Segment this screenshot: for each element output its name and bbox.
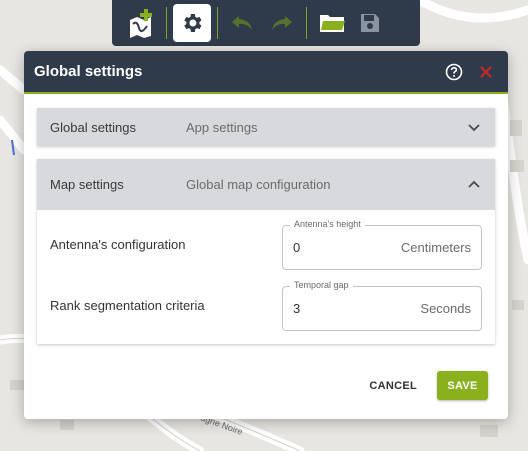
toolbar-divider — [166, 7, 167, 39]
section-title: Map settings — [50, 177, 124, 192]
antenna-height-field[interactable]: Antenna's height 0 Centimeters — [282, 219, 482, 270]
redo-icon — [272, 16, 292, 30]
help-icon — [445, 63, 463, 80]
field-unit: Centimeters — [400, 240, 471, 255]
dialog-header: Global settings — [24, 51, 508, 94]
cancel-button[interactable]: CANCEL — [365, 372, 421, 400]
toolbar-divider — [217, 7, 218, 39]
map-settings-panel-header[interactable]: Map settings Global map configuration — [37, 159, 495, 210]
add-map-icon — [130, 9, 152, 38]
undo-button[interactable] — [224, 4, 262, 42]
close-button[interactable] — [474, 60, 498, 84]
field-unit: Seconds — [420, 301, 471, 316]
main-toolbar — [112, 0, 420, 46]
temporal-gap-field[interactable]: Temporal gap 3 Seconds — [282, 280, 482, 331]
field-label: Antenna's configuration — [50, 237, 186, 252]
section-subtitle: Global map configuration — [186, 177, 331, 192]
undo-icon — [232, 16, 252, 30]
section-title: Global settings — [50, 119, 136, 135]
redo-button[interactable] — [262, 4, 300, 42]
gear-icon — [184, 14, 202, 32]
global-settings-panel: Global settings App settings — [37, 108, 495, 146]
toolbar-divider — [306, 7, 307, 39]
save-disk-icon — [361, 14, 379, 32]
field-legend: Temporal gap — [290, 280, 353, 290]
section-subtitle: App settings — [186, 119, 258, 135]
close-icon — [480, 65, 492, 78]
field-legend: Antenna's height — [290, 219, 365, 229]
save-button[interactable]: SAVE — [437, 371, 488, 400]
save-project-button[interactable] — [351, 4, 389, 42]
field-value[interactable]: 3 — [293, 301, 420, 316]
rank-segmentation-row: Rank segmentation criteria Temporal gap … — [37, 275, 495, 336]
chevron-down-icon — [468, 124, 480, 132]
dialog-actions: CANCEL SAVE — [365, 371, 488, 400]
add-map-button[interactable] — [122, 4, 160, 42]
settings-button[interactable] — [173, 4, 211, 42]
dialog-title: Global settings — [34, 63, 143, 80]
map-settings-panel: Map settings Global map configuration An… — [37, 159, 495, 344]
field-value[interactable]: 0 — [293, 240, 401, 255]
open-project-button[interactable] — [313, 4, 351, 42]
chevron-up-icon — [468, 180, 480, 188]
open-folder-icon — [320, 15, 345, 32]
help-button[interactable] — [442, 60, 466, 84]
global-settings-dialog: Global settings Global settings App sett… — [24, 51, 508, 419]
antenna-config-row: Antenna's configuration Antenna's height… — [37, 214, 495, 275]
field-label: Rank segmentation criteria — [50, 298, 205, 313]
global-settings-panel-header[interactable]: Global settings App settings — [37, 108, 495, 146]
